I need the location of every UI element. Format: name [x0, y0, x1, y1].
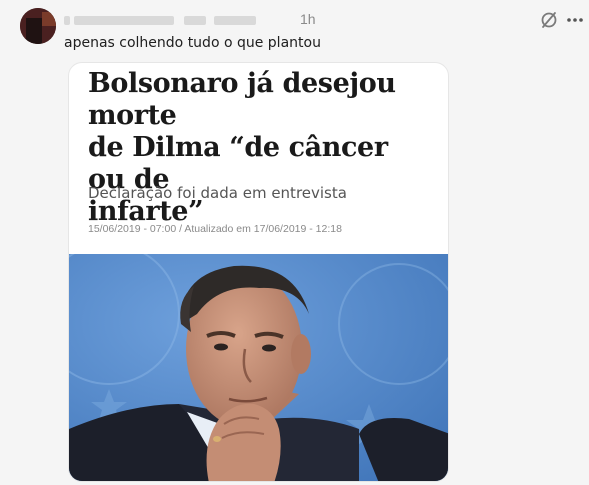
headline-line: Bolsonaro já desejou morte — [88, 68, 396, 131]
thread-post: 1h apenas colhendo tudo o que plantou Bo… — [0, 0, 589, 485]
article-card[interactable]: Bolsonaro já desejou morte de Dilma “de … — [68, 62, 449, 482]
translate-icon[interactable] — [539, 10, 559, 30]
avatar[interactable] — [20, 8, 56, 44]
post-text: apenas colhendo tudo o que plantou — [64, 35, 321, 51]
redacted-username[interactable] — [64, 12, 258, 26]
article-photo — [69, 254, 448, 481]
article-headline: Bolsonaro já desejou morte de Dilma “de … — [88, 68, 433, 228]
article-dateline: 15/06/2019 - 07:00 / Atualizado em 17/06… — [88, 223, 342, 235]
more-options-icon[interactable] — [565, 10, 585, 30]
post-time: 1h — [300, 11, 316, 27]
article-subhead: Declaração foi dada em entrevista — [88, 184, 347, 202]
